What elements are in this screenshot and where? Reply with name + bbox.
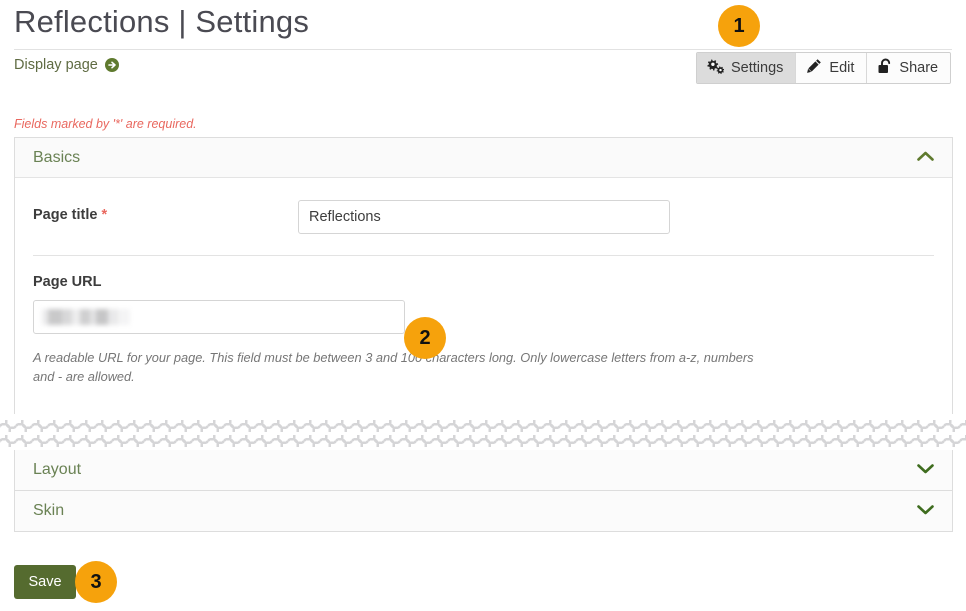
panel-skin-header[interactable]: Skin xyxy=(15,491,952,531)
settings-panel-stack: Basics Page title * xyxy=(14,137,953,532)
panel-basics: Basics Page title * xyxy=(14,137,953,450)
edit-button[interactable]: Edit xyxy=(796,53,867,83)
wave-line-bottom xyxy=(0,435,966,447)
panel-basics-header[interactable]: Basics xyxy=(15,138,952,178)
required-marker: * xyxy=(102,207,108,223)
unlock-icon xyxy=(877,58,892,78)
callout-badge-1: 1 xyxy=(718,5,760,47)
header-divider xyxy=(14,49,952,50)
settings-page: Reflections | Settings Display page xyxy=(0,0,966,611)
settings-button[interactable]: Settings xyxy=(697,53,796,83)
chevron-down-icon[interactable] xyxy=(917,461,934,479)
panel-basics-body: Page title * Page URL A readable URL for… xyxy=(15,178,952,449)
page-url-input[interactable] xyxy=(33,300,405,334)
wave-line-top xyxy=(0,420,966,432)
page-title-input[interactable] xyxy=(298,200,670,234)
gears-icon xyxy=(707,59,724,78)
field-row-page-title: Page title * xyxy=(33,178,934,255)
settings-button-label: Settings xyxy=(731,60,783,76)
chevron-up-icon[interactable] xyxy=(917,149,934,167)
panel-layout: Layout xyxy=(14,449,953,491)
page-url-help-text: A readable URL for your page. This field… xyxy=(33,348,778,387)
save-button[interactable]: Save xyxy=(14,565,76,599)
required-fields-note: Fields marked by '*' are required. xyxy=(14,117,197,131)
share-button[interactable]: Share xyxy=(867,53,950,83)
edit-button-label: Edit xyxy=(829,60,854,76)
panel-basics-title: Basics xyxy=(33,149,80,167)
pencil-icon xyxy=(806,58,822,78)
display-page-label: Display page xyxy=(14,57,98,73)
page-action-button-group: Settings Edit Share xyxy=(696,52,951,84)
panel-skin-title: Skin xyxy=(33,502,64,520)
arrow-circle-right-icon xyxy=(105,58,119,72)
chevron-down-icon[interactable] xyxy=(917,502,934,520)
share-button-label: Share xyxy=(899,60,938,76)
callout-badge-2: 2 xyxy=(404,317,446,359)
callout-badge-3: 3 xyxy=(75,561,117,603)
panel-skin: Skin xyxy=(14,490,953,532)
field-row-page-url: Page URL A readable URL for your page. T… xyxy=(33,255,934,393)
display-page-link[interactable]: Display page xyxy=(14,57,119,73)
panel-layout-title: Layout xyxy=(33,461,81,479)
content-truncation-wave-divider xyxy=(0,414,966,450)
panel-layout-header[interactable]: Layout xyxy=(15,450,952,490)
page-title-field-label: Page title * xyxy=(33,200,298,224)
page-url-field-label: Page URL xyxy=(33,274,934,290)
page-title: Reflections | Settings xyxy=(14,4,309,40)
